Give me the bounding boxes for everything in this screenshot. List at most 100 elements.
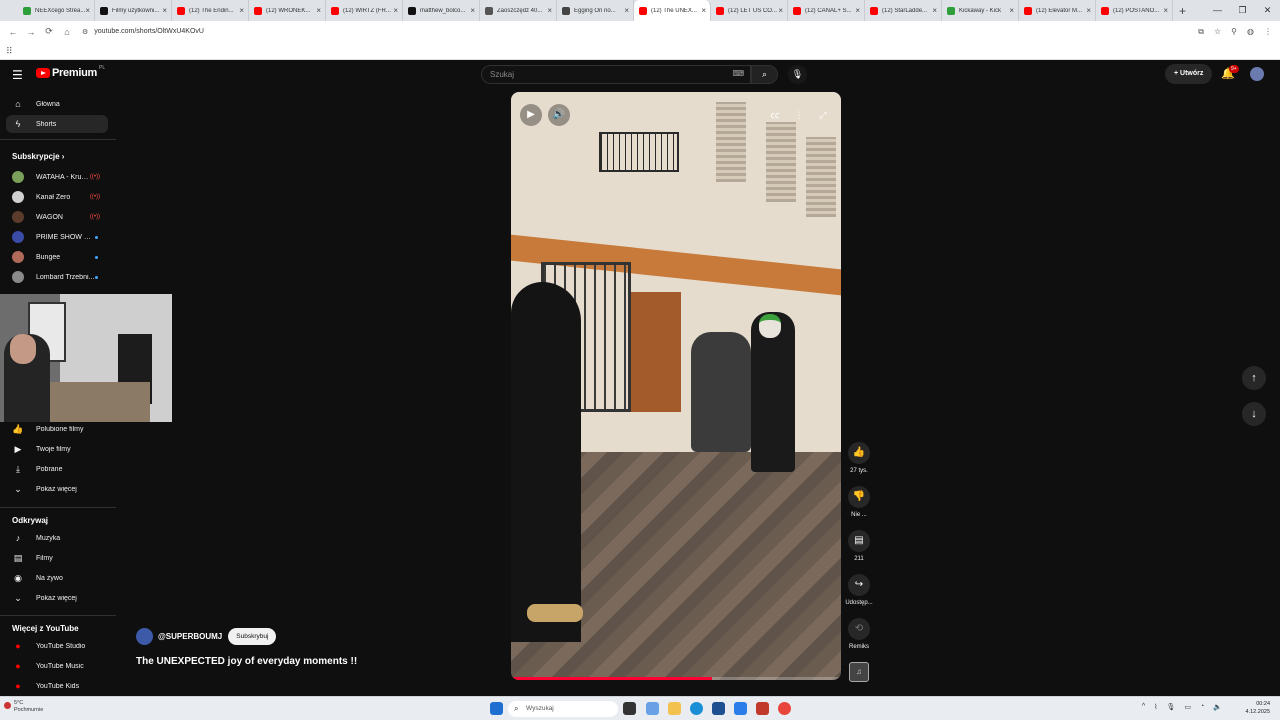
browser-tab[interactable]: (12) CANAL+ S... × (788, 0, 865, 21)
extensions-icon[interactable]: ⚲ (1231, 27, 1237, 37)
browser-tab[interactable]: (12) StarLadde... × (865, 0, 942, 21)
sidebar-subscription-item[interactable]: WATAHA - Krule... ((•)) (6, 168, 108, 186)
keyboard-icon[interactable]: ⌨ (732, 69, 744, 78)
search-input[interactable]: Szukaj ⌨ (481, 65, 751, 84)
profile-icon[interactable]: ◍ (1247, 27, 1254, 37)
browser-tab[interactable]: (12) WIRTZ (FR... × (326, 0, 403, 21)
network-icon[interactable]: ⌇ (1154, 703, 1157, 711)
browser-tab[interactable]: NEEXcego Strea... × (18, 0, 95, 21)
bookmark-star-icon[interactable]: ☆ (1214, 27, 1221, 37)
forward-icon[interactable]: → (22, 27, 40, 37)
browser-tab[interactable]: Filmy użytkowni... × (95, 0, 172, 21)
browser-tab[interactable]: Kickaway - Kick × (942, 0, 1019, 21)
volume-button[interactable]: 🔊 (548, 104, 570, 126)
sidebar-item-explore[interactable]: ▤ Filmy (6, 549, 108, 567)
more-options-button[interactable]: ⋮ (788, 104, 810, 126)
search-button[interactable]: ⌕ (751, 65, 778, 84)
sidebar-subscription-item[interactable]: Bungee (6, 248, 108, 266)
share-icon[interactable]: ↪ (848, 574, 870, 596)
tab-close-icon[interactable]: × (1009, 6, 1014, 15)
fullscreen-button[interactable]: ⤢ (812, 104, 834, 126)
captions-button[interactable]: ㏄ (764, 104, 786, 126)
tab-close-icon[interactable]: × (393, 6, 398, 15)
create-button[interactable]: + Utwórz (1165, 64, 1213, 84)
wifi-icon[interactable]: ◔ (1200, 703, 1204, 711)
new-tab-button[interactable]: + (1179, 4, 1186, 18)
apps-grid-icon[interactable]: ⠿ (6, 46, 13, 57)
tab-close-icon[interactable]: × (855, 6, 860, 15)
display-icon[interactable]: ▭ (1184, 703, 1191, 711)
tab-close-icon[interactable]: × (1163, 6, 1168, 15)
copilot-icon[interactable] (646, 702, 659, 715)
tray-chevron-icon[interactable]: ^ (1142, 703, 1145, 711)
tab-close-icon[interactable]: × (932, 6, 937, 15)
sound-thumbnail[interactable]: ♫ (849, 662, 869, 682)
tab-close-icon[interactable]: × (701, 6, 706, 15)
browser-tab[interactable]: (12) Elevator M... × (1019, 0, 1096, 21)
taskbar-search-input[interactable]: Wyszukaj (508, 701, 618, 717)
account-avatar[interactable] (1250, 67, 1264, 81)
site-info-icon[interactable]: ⚙ (82, 28, 88, 36)
url-text[interactable]: youtube.com/shorts/OltWxU4KOvU (94, 28, 204, 35)
sidebar-item-explore[interactable]: ⌄ Pokaż więcej (6, 589, 108, 607)
tab-close-icon[interactable]: × (778, 6, 783, 15)
browser-tab[interactable]: Egging On no... × (557, 0, 634, 21)
voice-search-button[interactable]: 🎙 (788, 65, 807, 84)
clock[interactable]: 00:24 4.12.2025 (1246, 700, 1270, 716)
browser-tab[interactable]: (12) POSTANO... × (1096, 0, 1173, 21)
remix-icon[interactable]: ⟲ (848, 618, 870, 640)
edge-icon[interactable] (690, 702, 703, 715)
sidebar-item-shorts[interactable]: ϟ Shorts (6, 115, 108, 133)
sidebar-item-explore[interactable]: ◉ Na żywo (6, 569, 108, 587)
close-window-icon[interactable]: ✕ (1255, 0, 1280, 21)
install-icon[interactable]: ⧉ (1198, 27, 1204, 37)
speaker-icon[interactable]: 🔈 (1213, 703, 1222, 711)
browser-tab[interactable]: (12) LET US CO... × (711, 0, 788, 21)
store-icon[interactable] (712, 702, 725, 715)
like-action[interactable]: 👍 27 tys. (845, 442, 873, 474)
browser-tab[interactable]: (12) The UNEX... × (634, 0, 711, 21)
subscriptions-heading[interactable]: Subskrypcje › (12, 152, 64, 161)
remix-action[interactable]: ⟲ Remiks (845, 618, 873, 650)
sidebar-subscription-item[interactable]: WAGON ((•)) (6, 208, 108, 226)
tab-close-icon[interactable]: × (239, 6, 244, 15)
menu-icon[interactable]: ⋮ (1264, 27, 1272, 37)
sidebar-item-more-youtube[interactable]: ● YouTube Music (6, 657, 108, 675)
like-icon[interactable]: 👍 (848, 442, 870, 464)
dislike-icon[interactable]: 👎 (848, 486, 870, 508)
tab-close-icon[interactable]: × (470, 6, 475, 15)
file-explorer-icon[interactable] (668, 702, 681, 715)
youtube-premium-logo[interactable]: Premium PL (36, 65, 105, 79)
subscribe-button[interactable]: Subskrybuj (228, 628, 277, 645)
task-view-icon[interactable] (623, 702, 636, 715)
dislike-action[interactable]: 👎 Nie ... (845, 486, 873, 518)
sidebar-subscription-item[interactable]: PRIME SHOW M... (6, 228, 108, 246)
sidebar-item-you[interactable]: ⌄ Pokaż więcej (6, 480, 108, 498)
sidebar-subscription-item[interactable]: Kanał Zero ((•)) (6, 188, 108, 206)
app-icon[interactable] (756, 702, 769, 715)
sidebar-item-you[interactable]: 👍 Polubione filmy (6, 420, 108, 438)
maximize-icon[interactable]: ❐ (1230, 0, 1255, 21)
previous-short-button[interactable]: ↑ (1242, 366, 1266, 390)
microphone-tray-icon[interactable]: 🎙 (1167, 703, 1176, 711)
tab-close-icon[interactable]: × (316, 6, 321, 15)
next-short-button[interactable]: ↓ (1242, 402, 1266, 426)
play-button[interactable]: ▶ (520, 104, 542, 126)
browser-tab[interactable]: (12) The Endin... × (172, 0, 249, 21)
minimize-icon[interactable]: — (1205, 0, 1230, 21)
channel-avatar[interactable] (136, 628, 153, 645)
chrome-icon[interactable] (778, 702, 791, 715)
sidebar-item-more-youtube[interactable]: ● YouTube Studio (6, 637, 108, 655)
back-icon[interactable]: ← (4, 27, 22, 37)
comments-action[interactable]: ▤ 211 (845, 530, 873, 562)
weather-widget[interactable]: 5°C Pochmurnie (4, 700, 43, 714)
browser-tab[interactable]: Zaoszczędź 40... × (480, 0, 557, 21)
video-progress-bar[interactable] (511, 677, 841, 680)
sidebar-item-you[interactable]: ⤓ Pobrane (6, 460, 108, 478)
tab-close-icon[interactable]: × (624, 6, 629, 15)
sidebar-subscription-item[interactable]: Lombard Trzebni... (6, 268, 108, 286)
url-field[interactable]: ⚙ youtube.com/shorts/OltWxU4KOvU (82, 28, 204, 36)
sidebar-item-you[interactable]: ▶ Twoje filmy (6, 440, 108, 458)
mail-icon[interactable] (734, 702, 747, 715)
tab-close-icon[interactable]: × (162, 6, 167, 15)
